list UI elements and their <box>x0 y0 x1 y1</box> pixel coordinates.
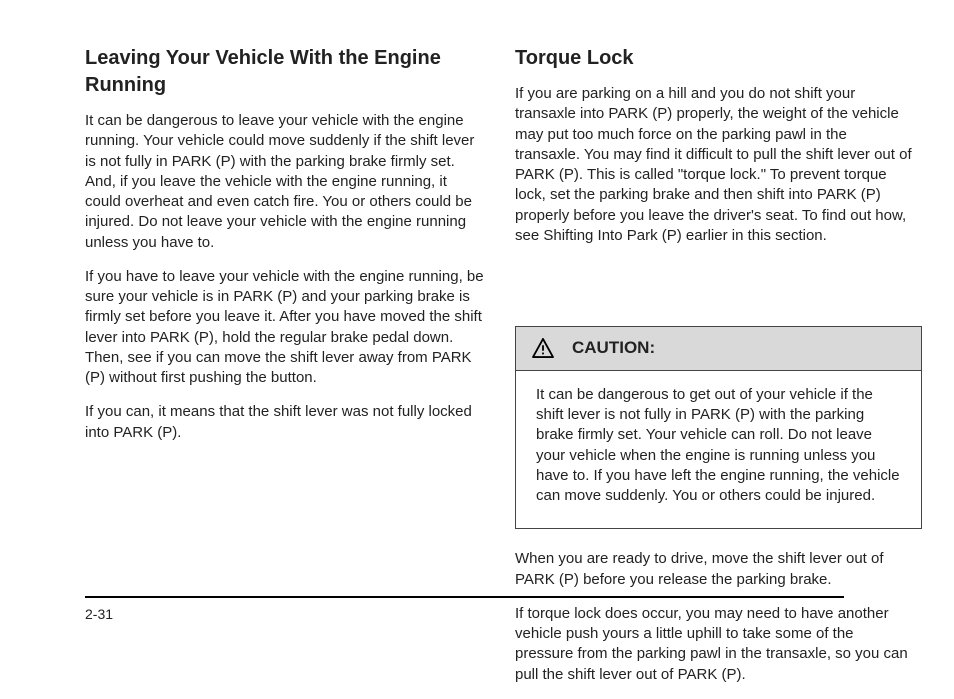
right-column: Torque Lock If you are parking on a hill… <box>515 45 915 699</box>
caution-body: It can be dangerous to get out of your v… <box>516 371 921 529</box>
manual-page: Leaving Your Vehicle With the Engine Run… <box>0 0 954 636</box>
page-number: 2-31 <box>85 605 113 624</box>
left-paragraph: If you can, it means that the shift leve… <box>85 402 485 443</box>
footer-rule <box>85 596 844 598</box>
right-section-title: Torque Lock <box>515 45 915 72</box>
caution-header: CAUTION: <box>516 327 921 371</box>
left-paragraph: It can be dangerous to leave your vehicl… <box>85 111 485 253</box>
right-paragraph: If you are parking on a hill and you do … <box>515 84 915 246</box>
warning-icon <box>532 338 554 358</box>
left-paragraph: If you have to leave your vehicle with t… <box>85 267 485 389</box>
right-paragraph: If torque lock does occur, you may need … <box>515 604 915 685</box>
left-section-title: Leaving Your Vehicle With the Engine Run… <box>85 45 485 99</box>
right-paragraph: When you are ready to drive, move the sh… <box>515 549 915 590</box>
left-column: Leaving Your Vehicle With the Engine Run… <box>85 45 485 457</box>
caution-label: CAUTION: <box>572 337 655 360</box>
caution-box: CAUTION: It can be dangerous to get out … <box>515 326 922 529</box>
